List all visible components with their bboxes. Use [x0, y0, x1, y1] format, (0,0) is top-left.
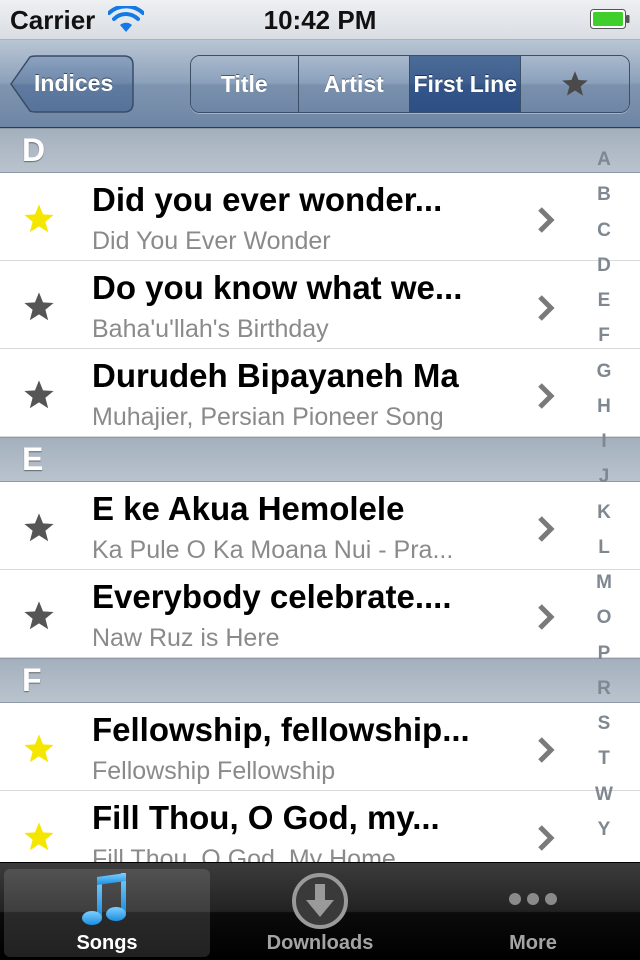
favorite-star-icon[interactable] [22, 821, 56, 853]
segment-title[interactable]: Title [191, 56, 299, 112]
navigation-bar: Indices Title Artist First Line [0, 40, 640, 128]
index-letter-f[interactable]: F [598, 326, 610, 346]
status-bar: Carrier 10:42 PM [0, 0, 640, 40]
index-letter-l[interactable]: L [598, 537, 610, 558]
tab-songs[interactable]: Songs [4, 869, 210, 957]
song-title: Baha'u'llah's Birthday [92, 315, 329, 343]
song-title: Naw Ruz is Here [92, 624, 280, 652]
battery-icon [590, 9, 630, 29]
star-icon [562, 71, 589, 96]
chevron-right-icon [538, 825, 555, 851]
chevron-right-icon [538, 604, 555, 630]
section-letter: E [22, 441, 44, 477]
music-note-icon [82, 873, 126, 925]
song-title: Fellowship Fellowship [92, 757, 336, 785]
song-title: Fill Thou, O God, My Home [92, 845, 396, 862]
index-letter-i[interactable]: I [601, 432, 606, 452]
favorite-star-icon[interactable] [22, 203, 56, 235]
index-letter-o[interactable]: O [597, 608, 612, 628]
song-first-line: Everybody celebrate.... [92, 578, 452, 615]
segment-first-line[interactable]: First Line [410, 56, 522, 112]
tab-more[interactable]: More [430, 869, 636, 957]
chevron-right-icon [538, 516, 555, 542]
chevron-right-icon [538, 207, 555, 233]
index-letter-y[interactable]: Y [598, 819, 611, 840]
section-header-e: E [0, 437, 640, 482]
table-row[interactable]: Fill Thou, O God, my... Fill Thou, O God… [0, 791, 640, 862]
table-row[interactable]: Did you ever wonder... Did You Ever Wond… [0, 173, 640, 261]
chevron-right-icon [538, 295, 555, 321]
index-letter-p[interactable]: P [598, 643, 611, 664]
segment-artist[interactable]: Artist [298, 56, 410, 112]
song-title: Muhajier, Persian Pioneer Song [92, 403, 444, 431]
more-dots-icon [509, 893, 557, 905]
song-first-line: Fill Thou, O God, my... [92, 799, 440, 836]
index-letter-r[interactable]: R [597, 678, 611, 699]
song-first-line: Do you know what we... [92, 269, 463, 306]
index-letter-w[interactable]: W [595, 784, 613, 805]
index-letter-e[interactable]: E [598, 291, 611, 311]
tab-bar: Songs Downloads More [0, 862, 640, 960]
chevron-right-icon [538, 383, 555, 409]
sort-segmented-control: Title Artist First Line [190, 55, 630, 113]
star-icon[interactable] [22, 379, 56, 411]
song-title: Did You Ever Wonder [92, 227, 331, 255]
index-letter-a[interactable]: A [597, 150, 611, 170]
tab-downloads[interactable]: Downloads [217, 869, 423, 957]
index-letter-b[interactable]: B [597, 185, 611, 205]
index-letter-t[interactable]: T [598, 749, 610, 769]
table-row[interactable]: E ke Akua Hemolele Ka Pule O Ka Moana Nu… [0, 482, 640, 570]
index-letter-h[interactable]: H [597, 396, 611, 417]
star-icon[interactable] [22, 512, 56, 544]
tab-label: More [509, 932, 557, 954]
index-letter-g[interactable]: G [597, 361, 612, 382]
status-time: 10:42 PM [263, 5, 377, 35]
download-icon [292, 873, 348, 929]
chevron-right-icon [538, 737, 555, 763]
index-letter-s[interactable]: S [598, 714, 611, 734]
index-letter-c[interactable]: C [597, 220, 611, 241]
section-header-f: F [0, 658, 640, 703]
indices-back-button[interactable]: Indices [10, 55, 134, 113]
index-letter-d[interactable]: D [597, 255, 611, 276]
section-index[interactable]: A B C D E F G H I J K L M O P R S T W Y [586, 150, 622, 840]
index-letter-j[interactable]: J [599, 467, 610, 487]
section-letter: D [22, 132, 46, 168]
song-first-line: Durudeh Bipayaneh Ma [92, 357, 459, 394]
table-row[interactable]: Everybody celebrate.... Naw Ruz is Here [0, 570, 640, 658]
index-letter-k[interactable]: K [597, 502, 611, 523]
favorite-star-icon[interactable] [22, 733, 56, 765]
table-row[interactable]: Do you know what we... Baha'u'llah's Bir… [0, 261, 640, 349]
song-first-line: Did you ever wonder... [92, 181, 443, 218]
tab-label: Songs [76, 932, 138, 954]
segment-favorites[interactable] [521, 56, 629, 112]
song-first-line: Fellowship, fellowship... [92, 711, 470, 748]
back-button-label: Indices [34, 70, 114, 96]
section-header-d: D [0, 128, 640, 173]
song-first-line: E ke Akua Hemolele [92, 490, 405, 527]
table-row[interactable]: Fellowship, fellowship... Fellowship Fel… [0, 703, 640, 791]
star-icon[interactable] [22, 291, 56, 323]
song-title: Ka Pule O Ka Moana Nui - Pra... [92, 536, 454, 564]
index-letter-m[interactable]: M [596, 573, 612, 593]
section-letter: F [22, 662, 42, 698]
table-row[interactable]: Durudeh Bipayaneh Ma Muhajier, Persian P… [0, 349, 640, 437]
song-list[interactable]: D Did you ever wonder... Did You Ever Wo… [0, 128, 640, 862]
tab-label: Downloads [266, 932, 374, 954]
star-icon[interactable] [22, 600, 56, 632]
